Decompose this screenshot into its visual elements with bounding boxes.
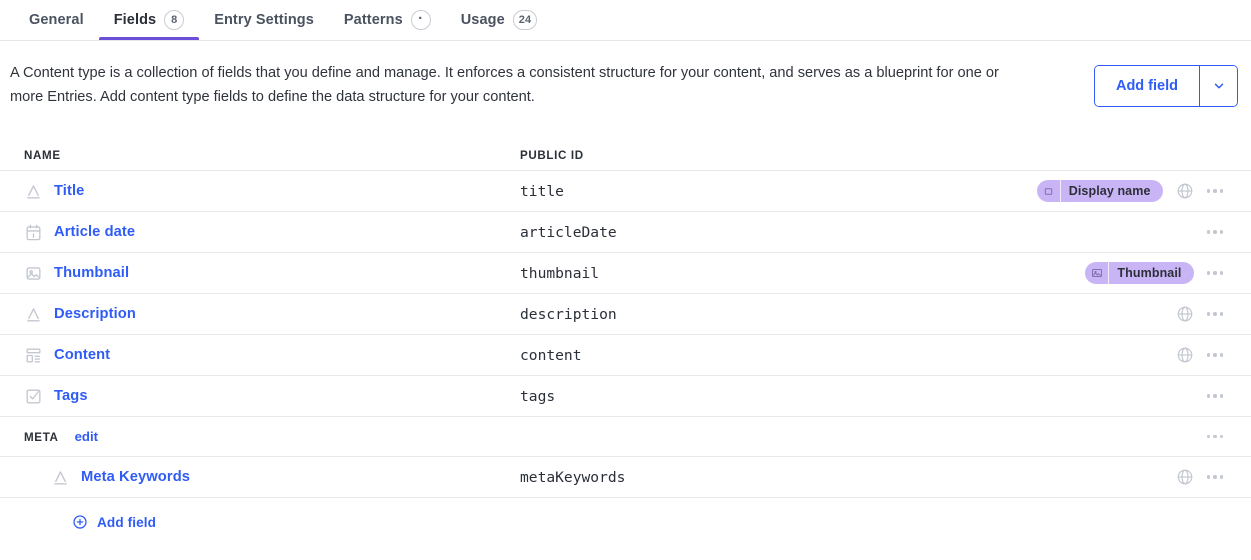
field-public-id: content	[520, 346, 582, 364]
fields-table: NAME PUBLIC ID Title title Display name	[0, 141, 1251, 498]
field-name-link[interactable]: Tags	[54, 388, 88, 404]
tab-label: General	[29, 12, 84, 28]
tab-badge-usage: 24	[512, 10, 538, 30]
field-public-id: metaKeywords	[520, 468, 626, 486]
table-row[interactable]: Description description	[0, 294, 1251, 335]
components-icon	[24, 346, 43, 365]
row-actions	[1121, 390, 1241, 402]
tab-general[interactable]: General	[14, 0, 99, 40]
row-menu-icon[interactable]	[1206, 185, 1223, 197]
field-name-link[interactable]: Title	[54, 183, 84, 199]
image-icon	[1085, 262, 1110, 284]
tab-label: Fields	[113, 12, 157, 28]
field-name-cell: Tags	[10, 387, 515, 406]
row-menu-icon[interactable]	[1206, 390, 1223, 402]
add-field-dropdown-toggle[interactable]	[1199, 66, 1237, 106]
row-actions: Display name	[1036, 180, 1241, 202]
column-header-name: NAME	[24, 149, 61, 162]
row-actions	[1121, 468, 1241, 486]
globe-icon[interactable]	[1176, 182, 1194, 200]
row-actions	[1121, 226, 1241, 238]
field-group-meta: META edit	[0, 417, 1251, 457]
field-public-id: thumbnail	[520, 264, 600, 282]
tab-fields[interactable]: Fields 8	[98, 0, 200, 40]
display-name-icon	[1037, 180, 1061, 202]
image-icon	[24, 264, 43, 283]
field-public-id: tags	[520, 387, 556, 405]
intro-description: A Content type is a collection of fields…	[10, 65, 999, 105]
row-actions: Thumbnail	[1085, 262, 1241, 284]
field-name-link[interactable]: Meta Keywords	[81, 469, 190, 485]
tab-bar: General Fields 8 Entry Settings Patterns…	[0, 0, 1251, 41]
field-name-cell: Thumbnail	[10, 264, 515, 283]
tab-label: Entry Settings	[214, 12, 314, 28]
tab-patterns[interactable]: Patterns ·	[329, 0, 446, 40]
tab-entry-settings[interactable]: Entry Settings	[199, 0, 329, 40]
tab-label: Usage	[460, 12, 505, 28]
row-menu-icon[interactable]	[1206, 471, 1223, 483]
intro-section: A Content type is a collection of fields…	[0, 41, 1251, 109]
row-actions	[1121, 346, 1241, 364]
field-name-cell: Description	[10, 305, 515, 324]
column-header-public-id: PUBLIC ID	[520, 149, 584, 162]
table-row[interactable]: Title title Display name	[0, 171, 1251, 212]
field-name-cell: Content	[10, 346, 515, 365]
table-header-row: NAME PUBLIC ID	[0, 141, 1251, 171]
field-name-cell: Title	[10, 182, 515, 201]
field-name-link[interactable]: Article date	[54, 224, 135, 240]
globe-icon[interactable]	[1176, 305, 1194, 323]
row-menu-icon[interactable]	[1206, 431, 1223, 443]
field-public-id: articleDate	[520, 223, 617, 241]
field-name-cell: Article date	[10, 223, 515, 242]
add-field-inline-label: Add field	[97, 514, 157, 530]
status-badge: Display name	[1036, 180, 1163, 202]
table-row[interactable]: Article date articleDate	[0, 212, 1251, 253]
table-row[interactable]: Thumbnail thumbnail Thumbnail	[0, 253, 1251, 294]
add-field-inline-button[interactable]: Add field	[72, 514, 156, 530]
row-actions	[1121, 305, 1241, 323]
add-field-split-button: Add field	[1093, 65, 1238, 107]
row-actions	[1121, 431, 1241, 443]
row-menu-icon[interactable]	[1206, 308, 1223, 320]
globe-icon[interactable]	[1176, 346, 1194, 364]
table-row[interactable]: Tags tags	[0, 376, 1251, 417]
field-name-link[interactable]: Thumbnail	[54, 265, 129, 281]
table-row[interactable]: Content content	[0, 335, 1251, 376]
row-menu-icon[interactable]	[1206, 349, 1223, 361]
add-field-button[interactable]: Add field	[1094, 66, 1199, 106]
row-menu-icon[interactable]	[1206, 226, 1223, 238]
checkbox-icon	[24, 387, 43, 406]
text-field-icon	[51, 468, 70, 487]
field-public-id: description	[520, 305, 617, 323]
status-badge-label: Display name	[1068, 184, 1151, 198]
field-name-cell: Meta Keywords	[10, 468, 515, 487]
field-public-id: title	[520, 182, 564, 200]
field-name-link[interactable]: Description	[54, 306, 136, 322]
text-field-icon	[24, 305, 43, 324]
globe-icon[interactable]	[1176, 468, 1194, 486]
chevron-down-icon	[1214, 83, 1223, 89]
text-field-icon	[24, 182, 43, 201]
tab-badge-patterns: ·	[410, 10, 431, 30]
plus-circle-icon	[73, 515, 87, 529]
tab-badge-fields: 8	[164, 10, 185, 30]
field-group-edit-link[interactable]: edit	[75, 429, 98, 444]
status-badge: Thumbnail	[1085, 262, 1194, 284]
table-row[interactable]: Meta Keywords metaKeywords	[0, 457, 1251, 498]
row-menu-icon[interactable]	[1206, 267, 1223, 279]
field-group-title: META	[24, 431, 59, 444]
field-name-link[interactable]: Content	[54, 347, 110, 363]
field-group-heading: META edit	[10, 429, 515, 444]
tab-usage[interactable]: Usage 24	[446, 0, 552, 40]
calendar-icon	[24, 223, 43, 242]
status-badge-label: Thumbnail	[1117, 266, 1182, 280]
tab-label: Patterns	[343, 12, 403, 28]
